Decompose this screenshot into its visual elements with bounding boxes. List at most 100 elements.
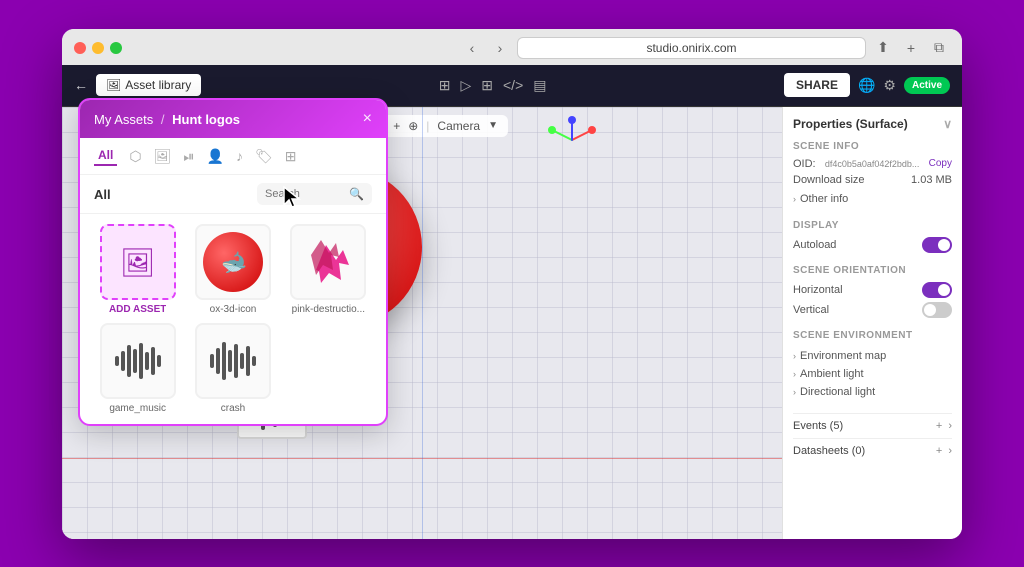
other-info-label: Other info <box>800 193 848 205</box>
dot-red[interactable] <box>74 42 86 54</box>
asset-item-game-music[interactable]: game_music <box>94 323 181 414</box>
oid-label: OID: <box>793 158 816 170</box>
play-icon[interactable]: ▷ <box>460 77 471 94</box>
asset-library-overlay: My Assets / Hunt logos × All ⬡ 🖼 ⏯ 👤 ♪ 🏷… <box>78 98 388 426</box>
asset-label-ox-3d: ox-3d-icon <box>210 304 257 315</box>
nav-forward-icon[interactable]: › <box>489 37 511 59</box>
vertical-toggle[interactable] <box>922 302 952 318</box>
transform-icon[interactable]: ⊕ <box>408 119 418 133</box>
browser-dots: ‹ › studio.onirix.com ⬆ + ⧉ <box>74 37 950 59</box>
filter-tag-icon[interactable]: 🏷 <box>255 148 273 165</box>
add-event-icon[interactable]: + <box>936 420 942 432</box>
grid-icon[interactable]: ⊞ <box>481 77 493 94</box>
asset-item-crash[interactable]: crash <box>189 323 276 414</box>
nav-back-icon[interactable]: ‹ <box>461 37 483 59</box>
header-left: ← 🖼 Asset library <box>74 74 201 96</box>
header-right: SHARE 🌐 ⚙ Active <box>784 73 950 97</box>
vertical-label: Vertical <box>793 304 829 316</box>
horizontal-label: Horizontal <box>793 284 843 296</box>
filter-all-tab[interactable]: All <box>94 146 117 166</box>
add-object-icon[interactable]: + <box>393 119 400 133</box>
globe-icon: 🌐 <box>858 77 875 94</box>
filter-user-icon[interactable]: 👤 <box>207 148 224 165</box>
header-tools: ⊞ ▷ ⊞ </> ▤ <box>439 77 547 94</box>
other-info-row[interactable]: › Other info <box>793 190 952 208</box>
filter-3d-icon[interactable]: ⬡ <box>129 148 141 165</box>
asset-item-pink-dest[interactable]: pink-destructio... <box>285 224 372 315</box>
scene-info-title: SCENE INFO <box>793 141 952 152</box>
add-datasheet-icon[interactable]: + <box>936 445 942 457</box>
back-icon[interactable]: ← <box>74 77 88 93</box>
share-icon[interactable]: ⬆ <box>872 37 894 59</box>
search-bar: All 🔍 <box>80 175 386 214</box>
ox-3d-sphere: 🐋 <box>203 232 263 292</box>
asset-thumb-pink-dest[interactable] <box>290 224 366 300</box>
breadcrumb-root: My Assets <box>94 112 153 127</box>
game-music-waveform <box>115 341 161 381</box>
environment-section: SCENE ENVIRONMENT › Environment map › Am… <box>793 330 952 401</box>
asset-library-tab[interactable]: 🖼 Asset library <box>96 74 201 96</box>
expand-icon[interactable]: ⊞ <box>439 77 451 94</box>
layout-icon[interactable]: ▤ <box>533 77 546 94</box>
axis-indicator <box>547 115 597 165</box>
settings-icon[interactable]: ⚙ <box>883 77 896 94</box>
whale-icon-small: 🐋 <box>218 247 249 278</box>
oid-row: OID: df4c0b5a0af042f2bdb... Copy <box>793 158 952 170</box>
dot-green[interactable] <box>110 42 122 54</box>
chevron-right-icon-2: › <box>793 351 796 361</box>
datasheets-row[interactable]: Datasheets (0) + › <box>793 438 952 463</box>
download-value: 1.03 MB <box>911 174 952 186</box>
breadcrumb-separator: / <box>161 112 168 127</box>
add-asset-label: ADD ASSET <box>109 304 166 315</box>
chevron-right-icon-3: › <box>793 369 796 379</box>
filter-grid-icon[interactable]: ⊞ <box>285 148 297 165</box>
ambient-light-label: Ambient light <box>800 368 864 380</box>
datasheets-label: Datasheets (0) <box>793 445 865 457</box>
autoload-toggle[interactable] <box>922 237 952 253</box>
address-bar[interactable]: studio.onirix.com <box>517 37 866 59</box>
asset-item-ox-3d[interactable]: 🐋 ox-3d-icon <box>189 224 276 315</box>
events-label: Events (5) <box>793 420 843 432</box>
copy-button[interactable]: Copy <box>929 158 952 169</box>
search-input[interactable] <box>265 188 345 200</box>
active-badge: Active <box>904 77 950 94</box>
share-button[interactable]: SHARE <box>784 73 850 97</box>
dot-yellow[interactable] <box>92 42 104 54</box>
expand-datasheets-icon[interactable]: › <box>948 445 952 457</box>
add-asset-thumb[interactable]: 🖼 <box>100 224 176 300</box>
new-tab-icon[interactable]: + <box>900 37 922 59</box>
orientation-section: SCENE ORIENTATION Horizontal Vertical <box>793 265 952 318</box>
image-icon: 🖼 <box>106 78 121 92</box>
panel-title: Properties (Surface) <box>793 117 908 131</box>
directional-light-row[interactable]: › Directional light <box>793 383 952 401</box>
panel-collapse-icon[interactable]: ∨ <box>943 117 952 131</box>
camera-dropdown-icon[interactable]: ▼ <box>488 120 498 131</box>
env-map-row[interactable]: › Environment map <box>793 347 952 365</box>
filter-tabs: All ⬡ 🖼 ⏯ 👤 ♪ 🏷 ⊞ <box>80 138 386 175</box>
search-input-wrap[interactable]: 🔍 <box>257 183 372 205</box>
asset-thumb-crash[interactable] <box>195 323 271 399</box>
env-map-label: Environment map <box>800 350 886 362</box>
code-icon[interactable]: </> <box>503 77 523 93</box>
tabs-icon[interactable]: ⧉ <box>928 37 950 59</box>
filter-audio-icon[interactable]: ♪ <box>236 148 243 164</box>
oid-value: df4c0b5a0af042f2bdb... <box>825 159 920 169</box>
asset-thumb-ox-3d[interactable]: 🐋 <box>195 224 271 300</box>
directional-light-label: Directional light <box>800 386 875 398</box>
filter-image-icon[interactable]: 🖼 <box>154 148 172 165</box>
breadcrumb: My Assets / Hunt logos <box>94 112 240 127</box>
asset-thumb-game-music[interactable] <box>100 323 176 399</box>
events-row[interactable]: Events (5) + › <box>793 413 952 438</box>
horizontal-row: Horizontal <box>793 282 952 298</box>
ambient-light-row[interactable]: › Ambient light <box>793 365 952 383</box>
horizontal-toggle[interactable] <box>922 282 952 298</box>
add-asset-item[interactable]: 🖼 ADD ASSET <box>94 224 181 315</box>
close-button[interactable]: × <box>363 110 372 128</box>
environment-title: SCENE ENVIRONMENT <box>793 330 952 341</box>
filter-video-icon[interactable]: ⏯ <box>183 148 194 165</box>
panel-header: Properties (Surface) ∨ <box>793 117 952 131</box>
expand-events-icon[interactable]: › <box>948 420 952 432</box>
browser-window: ‹ › studio.onirix.com ⬆ + ⧉ ← 🖼 Asset li… <box>62 29 962 539</box>
download-label: Download size <box>793 174 865 186</box>
display-section: DISPLAY Autoload <box>793 220 952 253</box>
